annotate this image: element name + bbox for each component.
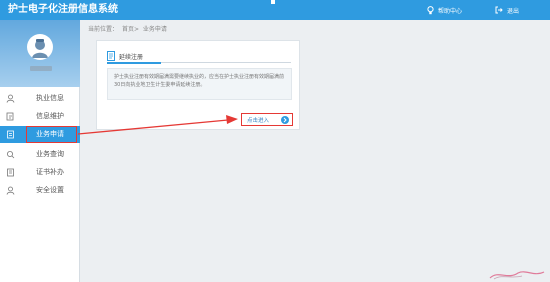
top-header: 护士电子化注册信息系统 帮助中心 退出 xyxy=(0,0,550,20)
card-description: 护士执业注册有效期届满需要继续执业的，应当在护士执业注册有效期届满前30日向执业… xyxy=(107,68,292,100)
renewal-registration-card: 延续注册 护士执业注册有效期届满需要继续执业的，应当在护士执业注册有效期届满前3… xyxy=(96,40,300,130)
watermark-logo xyxy=(489,271,545,280)
certificate-icon xyxy=(7,168,14,177)
breadcrumb-prefix: 当前位置： xyxy=(88,26,119,33)
help-center-label: 帮助中心 xyxy=(438,7,463,15)
sidebar-item-label: 业务查询 xyxy=(36,150,64,158)
sidebar-item-label: 业务申请 xyxy=(36,130,64,138)
sidebar-item-label: 安全设置 xyxy=(36,186,64,194)
user-profile-card xyxy=(0,20,80,87)
search-icon xyxy=(7,151,15,159)
card-title: 延续注册 xyxy=(119,54,144,61)
sidebar-item-label: 证书补办 xyxy=(36,168,64,176)
sidebar-item-label: 信息维护 xyxy=(36,112,64,120)
sidebar-item-info-maintenance[interactable]: 信息维护 xyxy=(0,108,80,125)
header-notch xyxy=(271,0,275,4)
sidebar-item-business-application[interactable]: 业务申请 xyxy=(0,126,80,143)
sidebar-item-label: 执业信息 xyxy=(36,94,64,102)
user-lock-icon xyxy=(6,186,15,195)
exit-link[interactable]: 退出 xyxy=(495,3,519,17)
edit-icon xyxy=(6,112,14,121)
lightbulb-icon xyxy=(427,5,434,14)
title-underline xyxy=(107,62,161,64)
sidebar-item-practice-info[interactable]: 执业信息 xyxy=(0,90,80,107)
sidebar-item-business-query[interactable]: 业务查询 xyxy=(0,146,80,163)
card-header: 延续注册 xyxy=(107,51,291,64)
exit-label: 退出 xyxy=(507,7,520,15)
logout-icon xyxy=(495,6,503,14)
app-title: 护士电子化注册信息系统 xyxy=(8,4,118,15)
enter-button-label: 点击进入 xyxy=(247,117,270,124)
breadcrumb: 当前位置： 首页> 业务申请 xyxy=(88,24,169,33)
arrow-right-icon xyxy=(281,116,289,124)
breadcrumb-home-link[interactable]: 首页> xyxy=(122,26,139,33)
nurse-avatar-icon xyxy=(32,39,48,58)
sidebar-item-certificate-reissue[interactable]: 证书补办 xyxy=(0,164,80,181)
user-name-blurred xyxy=(30,66,52,71)
document-icon xyxy=(107,51,115,61)
sidebar: 执业信息 信息维护 业务申请 业务查询 证书补办 安全设置 xyxy=(0,20,80,282)
help-center-link[interactable]: 帮助中心 xyxy=(427,3,462,17)
click-to-enter-button[interactable]: 点击进入 xyxy=(241,113,293,126)
breadcrumb-current: 业务申请 xyxy=(142,26,167,33)
person-icon xyxy=(6,94,15,103)
document-icon xyxy=(7,130,14,139)
avatar xyxy=(27,34,53,60)
sidebar-item-security-settings[interactable]: 安全设置 xyxy=(0,182,80,199)
